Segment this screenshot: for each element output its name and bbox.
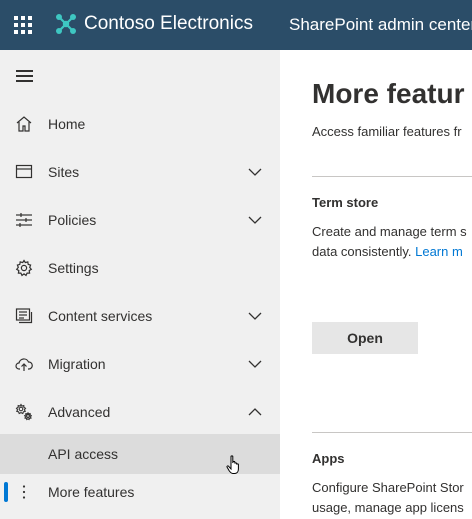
sidebar-item-label: Policies <box>48 212 97 228</box>
chevron-up-icon[interactable] <box>248 407 262 417</box>
chevron-down-icon[interactable] <box>248 311 262 321</box>
sidebar-item-label: Home <box>48 116 86 132</box>
open-button[interactable]: Open <box>312 322 418 354</box>
content-services-icon <box>15 308 33 324</box>
term-store-description-line2: data consistently. Learn m <box>312 244 463 259</box>
main-content: More featur Access familiar features fr … <box>280 50 472 519</box>
policies-icon <box>16 213 32 227</box>
chevron-down-icon[interactable] <box>248 215 262 225</box>
sidebar-item-label: Advanced <box>48 404 111 420</box>
gear-icon <box>15 259 33 277</box>
apps-description-line2: usage, manage app licens <box>312 500 464 515</box>
sidebar-item-advanced[interactable]: Advanced <box>0 392 280 432</box>
page-title: More featur <box>312 78 465 109</box>
sidebar-item-label: Migration <box>48 356 106 372</box>
top-bar: Contoso Electronics SharePoint admin cen… <box>0 0 472 50</box>
hamburger-menu-icon[interactable] <box>16 70 33 82</box>
waffle-icon[interactable] <box>14 16 32 34</box>
apps-description-line1: Configure SharePoint Stor <box>312 480 464 495</box>
cloud-upload-icon <box>15 358 33 371</box>
sidebar-item-label: Content services <box>48 308 153 324</box>
sidebar-item-label: More features <box>48 484 135 500</box>
chevron-down-icon[interactable] <box>248 359 262 369</box>
sidebar-item-label: Sites <box>48 164 80 180</box>
sidebar-item-label: Settings <box>48 260 99 276</box>
sidebar-item-settings[interactable]: Settings <box>0 248 280 288</box>
contoso-logo <box>56 14 76 34</box>
sidebar-item-policies[interactable]: Policies <box>0 200 280 240</box>
selected-indicator <box>4 482 8 502</box>
term-store-description-line1: Create and manage term s <box>312 224 467 239</box>
sidebar-item-sites[interactable]: Sites <box>0 152 280 192</box>
sidebar-item-more-features[interactable]: More features <box>0 472 280 512</box>
apps-title: Apps <box>312 451 345 466</box>
divider <box>312 432 472 433</box>
sidebar-item-label: API access <box>48 446 119 462</box>
hand-cursor-icon <box>226 455 239 474</box>
sidebar-item-migration[interactable]: Migration <box>0 344 280 384</box>
home-icon <box>16 116 32 132</box>
advanced-settings-icon <box>15 403 33 421</box>
more-vertical-icon <box>22 485 26 499</box>
app-name[interactable]: SharePoint admin center <box>289 15 472 35</box>
learn-more-link[interactable]: Learn m <box>415 244 463 259</box>
term-store-title: Term store <box>312 195 379 210</box>
page-description: Access familiar features fr <box>312 124 462 139</box>
sidebar-nav: Home Sites Policies Settings Content ser… <box>0 50 280 519</box>
sidebar-item-home[interactable]: Home <box>0 104 280 144</box>
sites-icon <box>15 164 33 179</box>
sidebar-item-content-services[interactable]: Content services <box>0 296 280 336</box>
divider <box>312 176 472 177</box>
chevron-down-icon[interactable] <box>248 167 262 177</box>
brand-name[interactable]: Contoso Electronics <box>84 13 253 35</box>
